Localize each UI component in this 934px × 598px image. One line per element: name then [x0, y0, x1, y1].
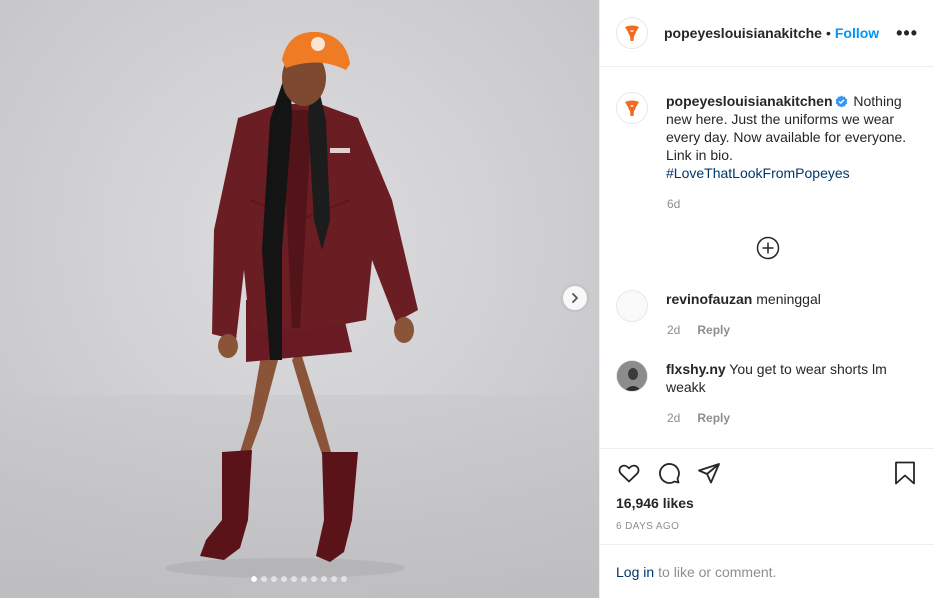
carousel-dot [281, 576, 287, 582]
post-date[interactable]: 6 DAYS AGO [616, 521, 679, 532]
post-actions-area: 16,946 likes 6 DAYS AGO [600, 448, 934, 532]
heart-icon [618, 464, 640, 483]
carousel-dot [311, 576, 317, 582]
verified-badge-icon [835, 95, 847, 108]
carousel-dot [271, 576, 277, 582]
reply-button[interactable]: Reply [697, 323, 730, 337]
carousel-indicator [251, 576, 347, 582]
caption-text-block: popeyeslouisianakitchen Nothing new here… [666, 92, 911, 182]
comments-section: popeyeslouisianakitchen Nothing new here… [600, 68, 934, 448]
carousel-dot [251, 576, 257, 582]
photo-person-illustration [0, 0, 599, 598]
paper-plane-icon [698, 463, 720, 484]
account-avatar[interactable] [616, 17, 648, 49]
comment-button[interactable] [656, 460, 682, 486]
chevron-right-icon [572, 293, 578, 303]
login-link[interactable]: Log in [616, 564, 654, 580]
comment-meta: 2d Reply [667, 323, 730, 337]
load-more-comments-button[interactable] [756, 236, 780, 260]
share-button[interactable] [696, 460, 722, 486]
comment-item: flxshy.ny You get to wear shorts lm weak… [616, 360, 918, 396]
comment-avatar[interactable] [616, 290, 648, 322]
caption-hashtag[interactable]: #LoveThatLookFromPopeyes [666, 165, 850, 181]
comment-age[interactable]: 2d [667, 323, 680, 337]
likes-count[interactable]: 16,946 likes [616, 495, 694, 511]
comment-meta: 2d Reply [667, 411, 730, 425]
comment-age[interactable]: 2d [667, 411, 680, 425]
login-prompt-text: to like or comment. [658, 563, 777, 580]
comment-text-block: flxshy.ny You get to wear shorts lm weak… [666, 360, 911, 396]
header-username[interactable]: popeyeslouisianakitche [664, 25, 822, 41]
post-photo[interactable] [0, 0, 599, 598]
login-prompt: Log in to like or comment. [600, 544, 934, 598]
post-side-panel: popeyeslouisianakitche • Follow ••• pope… [599, 0, 934, 598]
carousel-dot [341, 576, 347, 582]
caption-username[interactable]: popeyeslouisianakitchen [666, 93, 833, 109]
carousel-dot [291, 576, 297, 582]
action-bar [616, 459, 918, 487]
bookmark-icon [895, 461, 915, 485]
header-separator: • [825, 25, 831, 41]
follow-button[interactable]: Follow [835, 25, 879, 41]
like-button[interactable] [616, 460, 642, 486]
caption: popeyeslouisianakitchen Nothing new here… [616, 92, 918, 182]
reply-button[interactable]: Reply [697, 411, 730, 425]
carousel-dot [261, 576, 267, 582]
carousel-dot [321, 576, 327, 582]
carousel-dot [331, 576, 337, 582]
caption-avatar[interactable] [616, 92, 648, 124]
comment-username[interactable]: flxshy.ny [666, 361, 726, 377]
popeyes-logo-icon [625, 100, 639, 116]
next-slide-button[interactable] [563, 286, 587, 310]
carousel-dot [301, 576, 307, 582]
comment-avatar[interactable] [616, 360, 648, 392]
comment-username[interactable]: revinofauzan [666, 291, 752, 307]
user-photo-icon [617, 361, 647, 391]
comment-text: meninggal [756, 291, 821, 307]
caption-age[interactable]: 6d [667, 197, 680, 211]
popeyes-logo-icon [625, 25, 639, 41]
comment-text-block: revinofauzan meninggal [666, 290, 911, 322]
post-header: popeyeslouisianakitche • Follow ••• [600, 0, 934, 67]
more-options-button[interactable]: ••• [896, 24, 918, 42]
comment-bubble-icon [659, 463, 680, 484]
comment-item: revinofauzan meninggal [616, 290, 918, 322]
save-button[interactable] [892, 460, 918, 486]
plus-circle-icon [756, 236, 780, 260]
